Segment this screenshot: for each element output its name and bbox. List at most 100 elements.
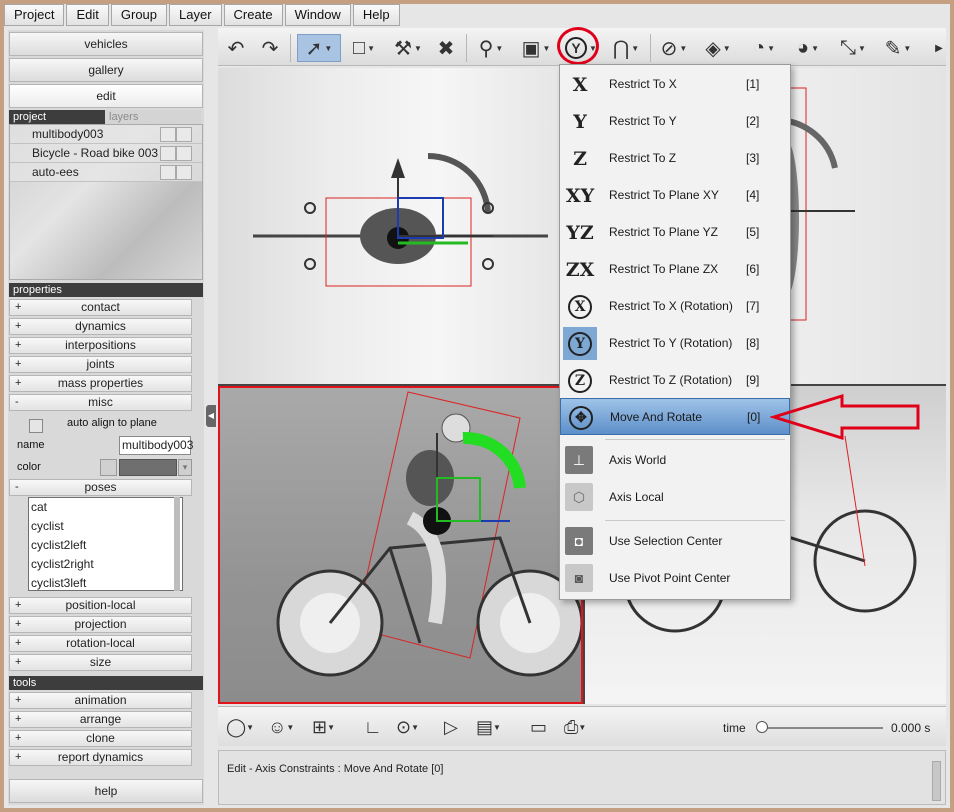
viewport-top[interactable] (218, 68, 583, 384)
project-item[interactable]: Bicycle - Road bike 003 (10, 144, 202, 163)
view-cube-button[interactable]: ▣ ▼ (518, 34, 554, 62)
menu-item-restrict-y-rotation[interactable]: Y Restrict To Y (Rotation) [8] (560, 325, 790, 362)
prop-label: poses (84, 480, 117, 494)
menu-item-axis-local[interactable]: ⬡ Axis Local (560, 479, 790, 516)
menu-item-restrict-xy[interactable]: XY Restrict To Plane XY [4] (560, 177, 790, 214)
list-item[interactable]: cyclist (29, 517, 182, 536)
edit-button[interactable]: edit (9, 84, 203, 108)
prop-row-dynamics[interactable]: + dynamics (9, 318, 192, 335)
menu-item-axis-world[interactable]: ⊥ Axis World (560, 442, 790, 479)
menu-item-restrict-z[interactable]: Z Restrict To Z [3] (560, 140, 790, 177)
tab-layers[interactable]: layers (105, 110, 201, 124)
prop-row-joints[interactable]: + joints (9, 356, 192, 373)
tool-row-animation[interactable]: + animation (9, 692, 192, 709)
name-field[interactable]: multibody003 (119, 436, 193, 455)
menu-item-selection-center[interactable]: ◘ Use Selection Center (560, 523, 790, 560)
tab-project[interactable]: project (9, 110, 105, 124)
selection-box-button[interactable]: □ ▼ (346, 34, 382, 62)
y-rotation-icon: Y (563, 327, 597, 360)
lock-toggle[interactable] (176, 146, 192, 161)
plane-tool-button[interactable]: ◈ ▼ (700, 34, 736, 62)
poses-scrollbar[interactable] (174, 497, 180, 591)
shortcut-key: [8] (746, 336, 760, 350)
menu-project[interactable]: Project (4, 4, 65, 26)
menu-edit[interactable]: Edit (66, 4, 109, 26)
tool-row-report-dynamics[interactable]: + report dynamics (9, 749, 192, 766)
lock-toggle[interactable] (176, 127, 192, 142)
prop-row-mass-properties[interactable]: + mass properties (9, 375, 192, 392)
color-dropdown[interactable]: ▾ (178, 459, 192, 476)
tool-row-clone[interactable]: + clone (9, 730, 192, 747)
play-button[interactable]: ▷ (444, 714, 458, 740)
prop-row-poses[interactable]: - poses (9, 479, 192, 496)
prop-row-rotation-local[interactable]: + rotation-local (9, 635, 192, 652)
menu-item-restrict-x-rotation[interactable]: X Restrict To X (Rotation) [7] (560, 288, 790, 325)
properties-header: properties (9, 283, 203, 297)
menu-item-label: Axis World (609, 453, 667, 467)
menu-layer[interactable]: Layer (169, 4, 222, 26)
color-swatch[interactable] (119, 459, 177, 476)
print-button[interactable]: ⎙ ▼ (564, 714, 586, 740)
lock-toggle[interactable] (176, 165, 192, 180)
vehicles-button[interactable]: vehicles (9, 32, 203, 56)
axes-button[interactable]: ∟ (364, 714, 382, 740)
menu-item-restrict-zx[interactable]: ZX Restrict To Plane ZX [6] (560, 251, 790, 288)
tool-button[interactable]: ✎ ▼ (878, 34, 918, 62)
menu-item-restrict-z-rotation[interactable]: Z Restrict To Z (Rotation) [9] (560, 362, 790, 399)
list-item[interactable]: cyclist3left (29, 574, 182, 590)
playback-options-button[interactable]: ▤ ▼ (476, 714, 501, 740)
record-button[interactable]: ⊙ ▼ (396, 714, 419, 740)
shading-button[interactable]: ◯ ▼ (226, 714, 254, 740)
prop-row-size[interactable]: + size (9, 654, 192, 671)
prop-row-misc[interactable]: - misc (9, 394, 192, 411)
menu-item-restrict-yz[interactable]: YZ Restrict To Plane YZ [5] (560, 214, 790, 251)
collapse-panel-handle[interactable]: ◀ (206, 405, 216, 427)
visibility-toggle[interactable] (160, 165, 176, 180)
prop-row-position-local[interactable]: + position-local (9, 597, 192, 614)
menu-item-restrict-x[interactable]: X Restrict To X [1] (560, 66, 790, 103)
auto-align-checkbox[interactable] (29, 419, 43, 433)
camera-orbit-button[interactable]: ⊘ ▼ (656, 34, 692, 62)
list-item[interactable]: cat (29, 498, 182, 517)
layout-button[interactable]: ⊞ ▼ (312, 714, 335, 740)
list-item[interactable]: cyclist2right (29, 555, 182, 574)
menu-item-move-and-rotate[interactable]: ✥ Move And Rotate [0] (560, 398, 790, 435)
redo-icon[interactable]: ↷ (258, 34, 282, 62)
menu-item-pivot-center[interactable]: ◙ Use Pivot Point Center (560, 560, 790, 597)
zoom-tool-button[interactable]: ⚲ ▼ (473, 34, 509, 62)
character-button[interactable]: ☺ ▼ (268, 714, 294, 740)
gauge-button[interactable]: ◔ ▼ (746, 34, 782, 62)
measure-button[interactable]: ⤡ ▼ (834, 34, 872, 62)
toolbar-overflow-icon[interactable]: ▶ (934, 34, 944, 62)
undo-icon[interactable]: ↶ (224, 34, 248, 62)
menu-item-restrict-y[interactable]: Y Restrict To Y [2] (560, 103, 790, 140)
visibility-toggle[interactable] (160, 146, 176, 161)
color-picker-button[interactable] (100, 459, 117, 476)
visibility-toggle[interactable] (160, 127, 176, 142)
magnet-button[interactable]: ⋂ ▼ (608, 34, 644, 62)
menu-window[interactable]: Window (284, 4, 351, 26)
help-button[interactable]: help (9, 779, 203, 803)
time-slider-knob[interactable] (756, 721, 768, 733)
menu-group[interactable]: Group (110, 4, 168, 26)
prop-row-projection[interactable]: + projection (9, 616, 192, 633)
prop-row-contact[interactable]: + contact (9, 299, 192, 316)
transform-tool-button[interactable]: ⚒ ▼ (390, 34, 426, 62)
status-scrollbar[interactable] (932, 761, 941, 801)
select-tool-button[interactable]: ➚ ▼ (297, 34, 341, 62)
menu-help[interactable]: Help (352, 4, 400, 26)
delete-icon[interactable]: ✖ (434, 34, 458, 62)
project-item[interactable]: auto-ees (10, 163, 202, 182)
prop-row-interpositions[interactable]: + interpositions (9, 337, 192, 354)
gauge-secondary-button[interactable]: ◕ ▼ (790, 34, 826, 62)
menu-create[interactable]: Create (223, 4, 283, 26)
tool-row-arrange[interactable]: + arrange (9, 711, 192, 728)
bike-side-view (276, 391, 581, 677)
viewport-side[interactable] (218, 386, 583, 704)
list-item[interactable]: cyclist2left (29, 536, 182, 555)
gallery-button[interactable]: gallery (9, 58, 203, 82)
document-button[interactable]: ▭ (530, 714, 547, 740)
project-item[interactable]: multibody003 (10, 125, 202, 144)
poses-list[interactable]: cat cyclist cyclist2left cyclist2right c… (28, 497, 183, 591)
time-slider[interactable] (758, 727, 883, 729)
